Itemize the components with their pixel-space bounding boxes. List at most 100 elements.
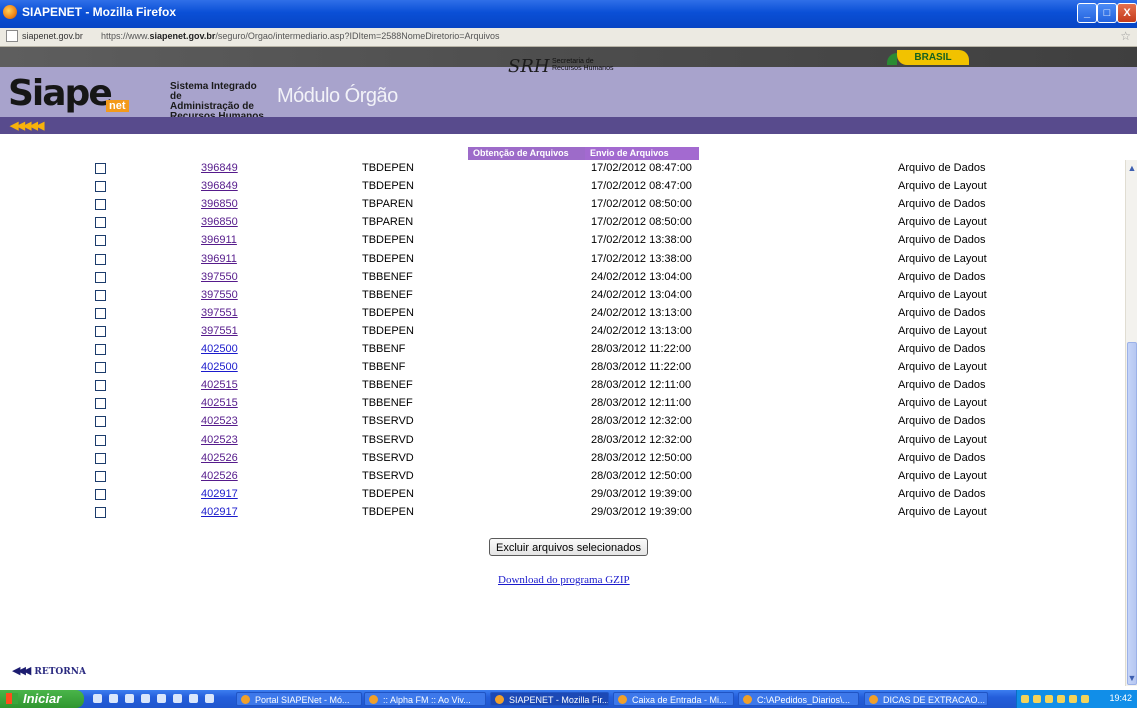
file-select-checkbox[interactable] xyxy=(95,199,106,211)
file-select-checkbox[interactable] xyxy=(95,289,106,301)
file-row: 402500 TBBENF 28/03/2012 11:22:00 Arquivo d… xyxy=(0,359,1125,377)
tray-icon[interactable] xyxy=(1021,695,1029,703)
tab-envio-arquivos[interactable]: Envio de Arquivos xyxy=(585,147,699,160)
delete-selected-button[interactable]: Excluir arquivos selecionados xyxy=(489,538,648,556)
file-type: Arquivo de Layout xyxy=(898,397,987,410)
download-gzip-link[interactable]: Download do programa GZIP xyxy=(498,574,630,586)
file-type: Arquivo de Dados xyxy=(898,487,986,500)
file-select-checkbox[interactable] xyxy=(95,506,106,518)
file-id-link[interactable]: 402523 xyxy=(201,434,238,446)
file-row: 396850 TBPAREN 17/02/2012 08:50:00 Arquivo … xyxy=(0,196,1125,214)
file-row: 402523 TBSERVD 28/03/2012 12:32:00 Arquivo … xyxy=(0,432,1125,450)
file-table-name: TBBENEF xyxy=(362,288,413,301)
file-select-checkbox[interactable] xyxy=(95,362,106,374)
file-date: 17/02/2012 08:50:00 xyxy=(591,198,692,211)
file-id-link[interactable]: 402500 xyxy=(201,361,238,373)
file-id-link[interactable]: 402515 xyxy=(201,397,238,409)
file-select-checkbox[interactable] xyxy=(95,380,106,392)
maximize-button[interactable]: □ xyxy=(1097,3,1117,23)
tab-obtencao-arquivos[interactable]: Obtenção de Arquivos xyxy=(468,147,585,160)
scroll-up-icon[interactable]: ▲ xyxy=(1127,163,1137,175)
file-date: 17/02/2012 13:38:00 xyxy=(591,252,692,265)
file-table-name: TBPAREN xyxy=(362,198,414,211)
file-select-checkbox[interactable] xyxy=(95,416,106,428)
taskbar-task[interactable]: DICAS DE EXTRACAO... xyxy=(864,692,988,706)
file-type: Arquivo de Layout xyxy=(898,361,987,374)
file-select-checkbox[interactable] xyxy=(95,271,106,283)
file-id-link[interactable]: 396850 xyxy=(201,198,238,210)
file-id-link[interactable]: 396850 xyxy=(201,216,238,228)
quicklaunch-icon[interactable] xyxy=(205,694,214,703)
file-select-checkbox[interactable] xyxy=(95,217,106,229)
address-bar[interactable]: siapenet.gov.br https://www.siapenet.gov… xyxy=(0,28,1137,47)
back-link[interactable]: ◀◀◀ RETORNA xyxy=(12,664,86,677)
file-id-link[interactable]: 396911 xyxy=(201,234,237,246)
file-select-checkbox[interactable] xyxy=(95,398,106,410)
url-field[interactable]: https://www.siapenet.gov.br/seguro/Orgao… xyxy=(101,31,500,41)
file-select-checkbox[interactable] xyxy=(95,452,106,464)
vertical-scrollbar[interactable]: ▲ ▼ xyxy=(1125,160,1137,686)
taskbar-task[interactable]: :: Alpha FM :: Ao Viv... xyxy=(364,692,486,706)
file-id-link[interactable]: 402526 xyxy=(201,452,238,464)
tray-icon[interactable] xyxy=(1045,695,1053,703)
file-id-link[interactable]: 397551 xyxy=(201,307,238,319)
bookmark-star-icon[interactable]: ☆ xyxy=(1120,29,1131,43)
file-select-checkbox[interactable] xyxy=(95,344,106,355)
file-select-checkbox[interactable] xyxy=(95,488,106,500)
taskbar-task[interactable]: C:\APedidos_Diarios\... xyxy=(738,692,859,706)
file-select-checkbox[interactable] xyxy=(95,163,106,174)
quicklaunch-icon[interactable] xyxy=(109,694,118,703)
quicklaunch-icon[interactable] xyxy=(189,694,198,703)
file-table-name: TBDEPEN xyxy=(362,505,414,518)
taskbar-task-active[interactable]: SIAPENET - Mozilla Fir... xyxy=(490,692,609,706)
file-table-name: TBSERVD xyxy=(362,451,414,464)
file-id-link[interactable]: 402526 xyxy=(201,470,238,482)
quicklaunch-icon[interactable] xyxy=(157,694,166,703)
file-id-link[interactable]: 397551 xyxy=(201,325,238,337)
file-id-link[interactable]: 396849 xyxy=(201,162,238,174)
file-row: 402523 TBSERVD 28/03/2012 12:32:00 Arquivo … xyxy=(0,413,1125,431)
file-select-checkbox[interactable] xyxy=(95,235,106,247)
taskbar-task[interactable]: Portal SIAPENet - Mó... xyxy=(236,692,362,706)
scroll-down-icon[interactable]: ▼ xyxy=(1127,673,1137,685)
tray-icon[interactable] xyxy=(1057,695,1065,703)
file-select-checkbox[interactable] xyxy=(95,470,106,482)
file-id-link[interactable]: 402917 xyxy=(201,488,238,500)
file-type: Arquivo de Layout xyxy=(898,505,987,518)
file-select-checkbox[interactable] xyxy=(95,181,106,193)
file-select-checkbox[interactable] xyxy=(95,434,106,446)
file-row: 397550 TBBENEF 24/02/2012 13:04:00 Arquivo … xyxy=(0,287,1125,305)
close-button[interactable]: X xyxy=(1117,3,1137,23)
file-id-link[interactable]: 397550 xyxy=(201,289,238,301)
file-id-link[interactable]: 396911 xyxy=(201,253,237,265)
task-label: DICAS DE EXTRACAO... xyxy=(883,695,986,705)
quicklaunch-icon[interactable] xyxy=(125,694,134,703)
file-id-link[interactable]: 397550 xyxy=(201,271,238,283)
file-date: 24/02/2012 13:13:00 xyxy=(591,306,692,319)
tray-icon[interactable] xyxy=(1033,695,1041,703)
file-id-link[interactable]: 402917 xyxy=(201,506,238,518)
file-id-link[interactable]: 402523 xyxy=(201,415,238,427)
site-identity-icon[interactable] xyxy=(6,30,18,42)
quicklaunch-icon[interactable] xyxy=(93,694,102,703)
minimize-button[interactable]: _ xyxy=(1077,3,1097,23)
file-id-link[interactable]: 402500 xyxy=(201,343,238,355)
quicklaunch-icon[interactable] xyxy=(141,694,150,703)
file-select-checkbox[interactable] xyxy=(95,307,106,319)
back-arrows-icon[interactable]: ◀◀◀◀◀ xyxy=(10,119,44,132)
file-select-checkbox[interactable] xyxy=(95,325,106,337)
task-label: C:\APedidos_Diarios\... xyxy=(757,695,851,705)
tray-icon[interactable] xyxy=(1069,695,1077,703)
task-label: :: Alpha FM :: Ao Viv... xyxy=(383,695,471,705)
file-id-link[interactable]: 396849 xyxy=(201,180,238,192)
tray-icon[interactable] xyxy=(1081,695,1089,703)
file-row: 402526 TBSERVD 28/03/2012 12:50:00 Arquivo … xyxy=(0,450,1125,468)
module-title: Módulo Órgão xyxy=(277,85,398,107)
start-button[interactable]: Iniciar xyxy=(0,690,84,708)
quicklaunch-icon[interactable] xyxy=(173,694,182,703)
file-id-link[interactable]: 402515 xyxy=(201,379,238,391)
taskbar-task[interactable]: Caixa de Entrada - Mi... xyxy=(613,692,734,706)
file-select-checkbox[interactable] xyxy=(95,253,106,265)
scroll-thumb[interactable] xyxy=(1127,342,1137,685)
brasil-badge[interactable]: BRASIL xyxy=(887,50,969,65)
